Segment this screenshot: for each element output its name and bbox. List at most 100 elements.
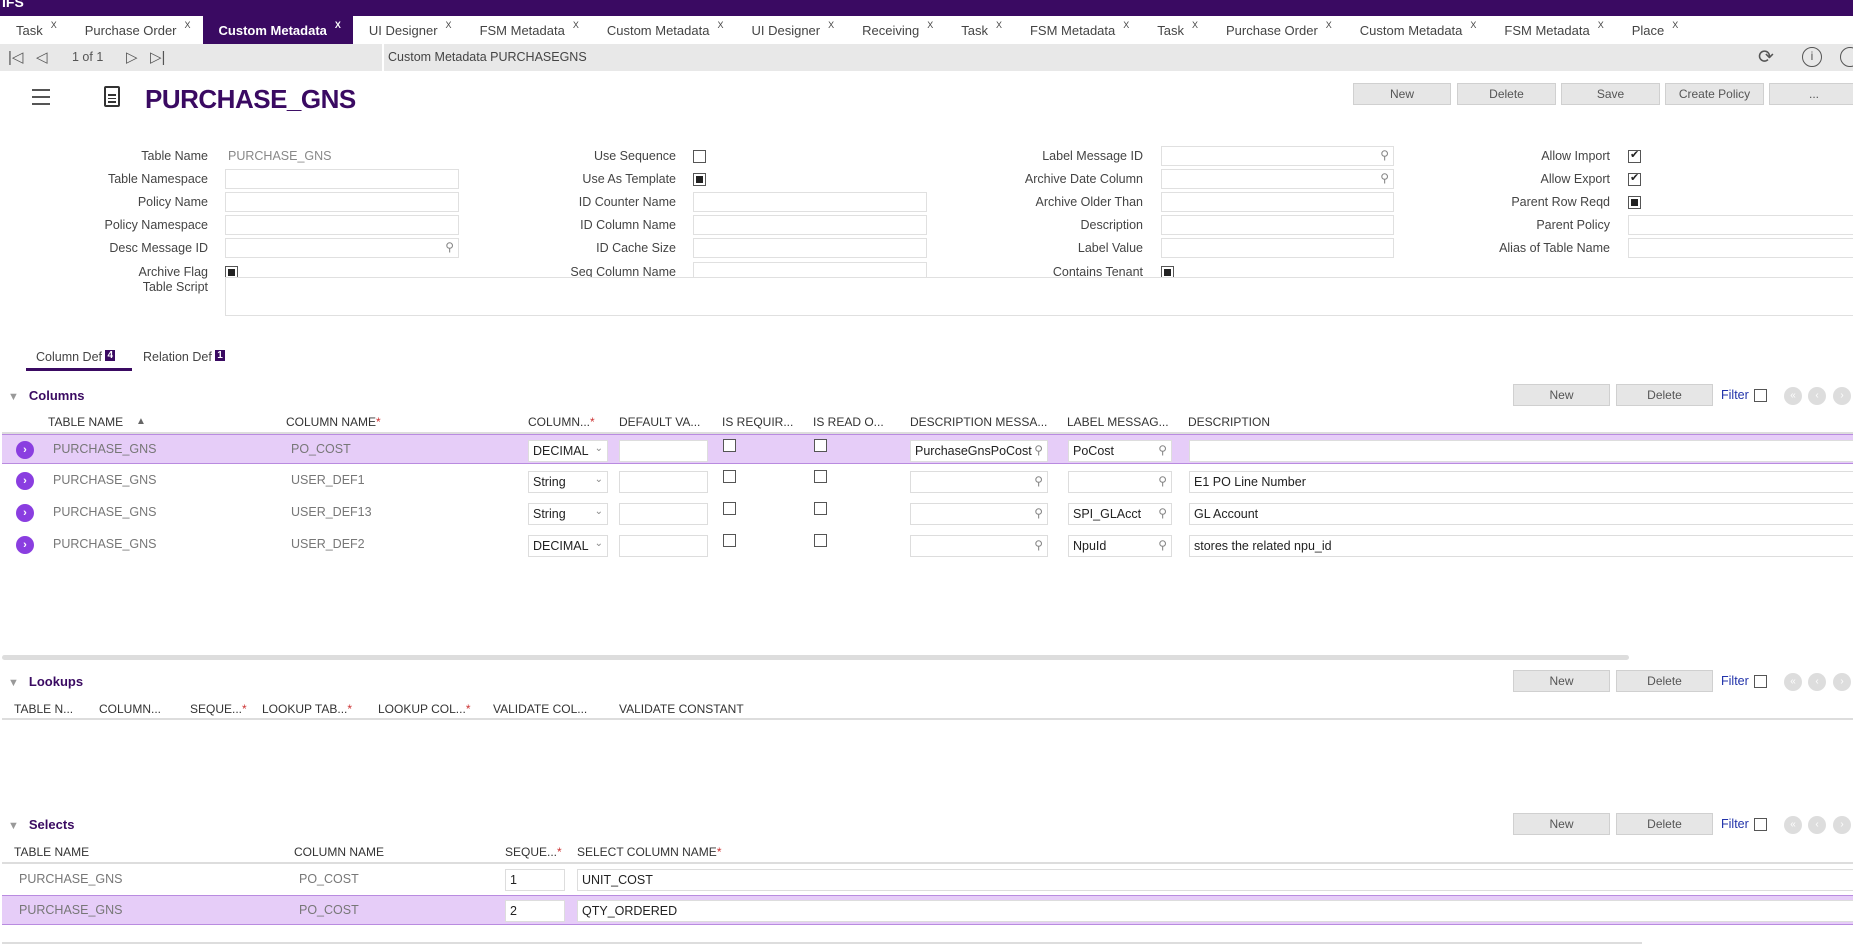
description-field[interactable] — [1189, 440, 1853, 462]
description-message-field[interactable]: PurchaseGnsPoCost ⚲ — [910, 440, 1048, 462]
save-button[interactable]: Save — [1561, 83, 1660, 105]
tab-column-def[interactable]: Column Def 4 — [36, 350, 116, 364]
search-icon[interactable]: ⚲ — [1158, 538, 1167, 552]
search-icon[interactable]: ⚲ — [1158, 474, 1167, 488]
more-button[interactable]: ... — [1769, 83, 1853, 105]
selects-column-header[interactable]: SEQUE...* — [505, 845, 562, 859]
close-icon[interactable]: X — [996, 20, 1002, 30]
label-message-field[interactable]: PoCost ⚲ — [1068, 440, 1172, 462]
columns-column-header[interactable]: COLUMN NAME* — [286, 415, 381, 429]
create-policy-button[interactable]: Create Policy — [1665, 83, 1764, 105]
label-message-id-field[interactable]: ⚲ — [1161, 146, 1394, 166]
lookups-column-header[interactable]: VALIDATE COL... — [493, 702, 587, 716]
parent-policy-field[interactable]: ⚲ — [1628, 215, 1853, 235]
close-icon[interactable]: X — [1326, 20, 1332, 30]
prev-page-icon[interactable]: ‹ — [1808, 816, 1826, 834]
table-row[interactable]: PURCHASE_GNS PO_COST 1 UNIT_COST — [2, 865, 1853, 895]
menu-icon[interactable] — [24, 86, 50, 105]
close-icon[interactable]: X — [1470, 20, 1476, 30]
default-value-field[interactable] — [619, 535, 708, 557]
label-value-field[interactable] — [1161, 238, 1394, 258]
columns-delete-button[interactable]: Delete — [1616, 384, 1713, 406]
tab-relation-def[interactable]: Relation Def 1 — [143, 350, 225, 364]
close-icon[interactable]: X — [1192, 20, 1198, 30]
lookups-section-header[interactable]: ▼ Lookups — [8, 674, 83, 689]
next-page-icon[interactable]: › — [1833, 816, 1851, 834]
is-required-checkbox[interactable] — [723, 534, 736, 547]
sequence-field[interactable]: 1 — [505, 869, 565, 891]
select-column-name-field[interactable]: QTY_ORDERED — [577, 900, 1853, 922]
close-icon[interactable]: X — [828, 20, 834, 30]
allow-import-checkbox[interactable] — [1628, 148, 1641, 163]
lookups-delete-button[interactable]: Delete — [1616, 670, 1713, 692]
lookups-column-header[interactable]: LOOKUP COL...* — [378, 702, 470, 716]
is-required-checkbox[interactable] — [723, 439, 736, 452]
default-value-field[interactable] — [619, 440, 708, 462]
tab-custom-metadata[interactable]: Custom Metadata X — [591, 16, 736, 44]
selects-column-header[interactable]: COLUMN NAME — [294, 845, 384, 859]
prev-page-icon[interactable]: ‹ — [1808, 673, 1826, 691]
prev-icon[interactable]: ◁ — [36, 48, 48, 66]
is-readonly-checkbox[interactable] — [814, 470, 827, 483]
columns-column-header[interactable]: COLUMN...* — [528, 415, 595, 429]
tab-fsm-metadata[interactable]: FSM Metadata X — [1014, 16, 1141, 44]
tab-ui-designer[interactable]: UI Designer X — [353, 16, 464, 44]
use-as-template-checkbox[interactable] — [693, 173, 706, 186]
columns-filter-checkbox[interactable] — [1754, 389, 1767, 402]
expand-row-icon[interactable]: › — [16, 504, 34, 522]
prev-page-icon[interactable]: ‹ — [1808, 387, 1826, 405]
description-message-field[interactable]: ⚲ — [910, 471, 1048, 493]
horizontal-scrollbar[interactable] — [2, 655, 1629, 660]
search-icon[interactable]: ⚲ — [1158, 506, 1167, 520]
lookups-new-button[interactable]: New — [1513, 670, 1610, 692]
parent-row-reqd-checkbox[interactable] — [1628, 196, 1641, 209]
close-icon[interactable]: X — [717, 20, 723, 30]
table-row[interactable]: › PURCHASE_GNS USER_DEF1 String ⌄ ⚲ ⚲ E1 PO Lin… — [2, 466, 1853, 496]
archive-older-than-field[interactable] — [1161, 192, 1394, 212]
selects-delete-button[interactable]: Delete — [1616, 813, 1713, 835]
tab-task[interactable]: Task X — [1141, 16, 1210, 44]
chevron-down-icon[interactable]: ▼ — [8, 820, 19, 832]
tab-purchase-order[interactable]: Purchase Order X — [69, 16, 203, 44]
column-type-select[interactable]: DECIMAL ⌄ — [528, 440, 608, 462]
selects-section-header[interactable]: ▼ Selects — [8, 817, 74, 832]
columns-new-button[interactable]: New — [1513, 384, 1610, 406]
is-required-checkbox[interactable] — [723, 470, 736, 483]
first-page-icon[interactable]: « — [1784, 387, 1802, 405]
search-icon[interactable]: ⚲ — [1158, 443, 1167, 457]
default-value-field[interactable] — [619, 503, 708, 525]
description-message-field[interactable]: ⚲ — [910, 535, 1048, 557]
tab-custom-metadata[interactable]: Custom Metadata X — [1344, 16, 1489, 44]
lookups-filter-checkbox[interactable] — [1754, 675, 1767, 688]
search-icon[interactable]: ⚲ — [1380, 148, 1389, 162]
selects-column-header[interactable]: TABLE NAME — [14, 845, 89, 859]
columns-column-header[interactable]: LABEL MESSAG... — [1067, 415, 1169, 429]
new-button[interactable]: New — [1353, 83, 1451, 105]
table-row[interactable]: › PURCHASE_GNS USER_DEF13 String ⌄ ⚲ SPI_GLAcc… — [2, 498, 1853, 528]
column-type-select[interactable]: String ⌄ — [528, 503, 608, 525]
archive-date-column-field[interactable]: ⚲ — [1161, 169, 1394, 189]
description-field[interactable]: stores the related npu_id — [1189, 535, 1853, 557]
description-field[interactable] — [1161, 215, 1394, 235]
expand-row-icon[interactable]: › — [16, 441, 34, 459]
expand-row-icon[interactable]: › — [16, 536, 34, 554]
label-message-field[interactable]: NpuId ⚲ — [1068, 535, 1172, 557]
tab-custom-metadata[interactable]: Custom Metadata X — [202, 16, 353, 44]
policy-namespace-field[interactable] — [225, 215, 459, 235]
default-value-field[interactable] — [619, 471, 708, 493]
table-namespace-field[interactable] — [225, 169, 459, 189]
table-row[interactable]: › PURCHASE_GNS PO_COST DECIMAL ⌄ PurchaseGnsP… — [2, 434, 1853, 464]
chevron-down-icon[interactable]: ▼ — [8, 677, 19, 689]
help-icon[interactable] — [1840, 47, 1853, 67]
lookups-column-header[interactable]: VALIDATE CONSTANT — [619, 702, 744, 716]
close-icon[interactable]: X — [446, 20, 452, 30]
label-message-field[interactable]: SPI_GLAcct ⚲ — [1068, 503, 1172, 525]
first-page-icon[interactable]: « — [1784, 673, 1802, 691]
search-icon[interactable]: ⚲ — [1380, 171, 1389, 185]
column-type-select[interactable]: String ⌄ — [528, 471, 608, 493]
tab-task[interactable]: Task X — [945, 16, 1014, 44]
columns-column-header[interactable]: DESCRIPTION — [1188, 415, 1270, 429]
select-column-name-field[interactable]: UNIT_COST — [577, 869, 1853, 891]
first-icon[interactable]: |◁ — [8, 48, 23, 66]
close-icon[interactable]: X — [51, 20, 57, 30]
